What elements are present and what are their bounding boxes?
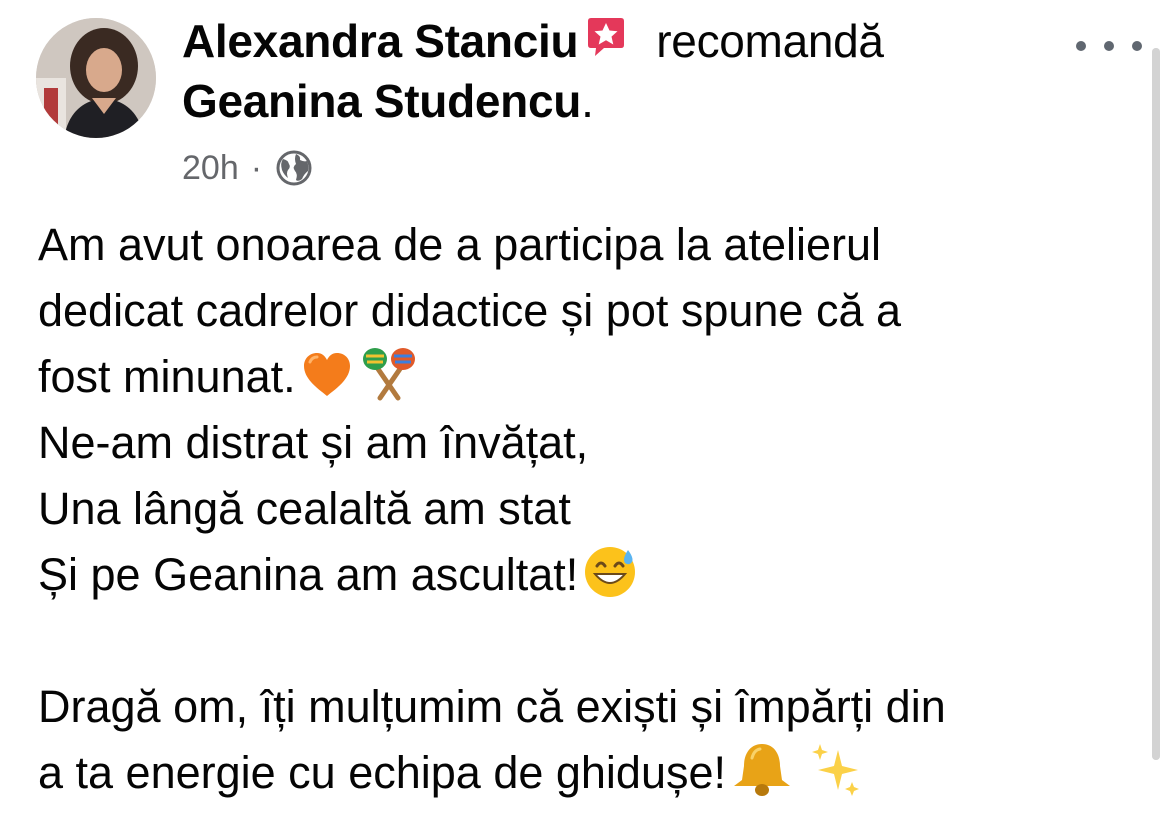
sparkles-emoji (808, 740, 864, 816)
more-dot (1132, 41, 1142, 51)
avatar-photo (36, 18, 156, 138)
post-line: Dragă om, îți mulțumim că exiști și împă… (38, 681, 946, 732)
author-name[interactable]: Alexandra Stanciu (182, 15, 579, 67)
recommend-verb: recomandă (656, 15, 884, 67)
avatar[interactable] (36, 18, 156, 138)
recommendation-star-icon (584, 14, 628, 72)
maracas-emoji (358, 344, 420, 420)
post-line: Și pe Geanina am ascultat! (38, 542, 1138, 608)
more-dot (1104, 41, 1114, 51)
post-header: Alexandra Stanciu recomandă Geanina Stude… (182, 12, 1062, 130)
post-line: a ta energie cu echipa de ghidușe! (38, 740, 1138, 806)
post-text: Am avut onoarea de a participa la atelie… (38, 212, 1138, 806)
post: Alexandra Stanciu recomandă Geanina Stude… (0, 0, 1170, 817)
header-period: . (581, 75, 594, 127)
scroll-thumb[interactable] (1152, 48, 1160, 760)
bell-emoji (730, 740, 794, 816)
globe-icon[interactable] (274, 148, 314, 188)
post-line: dedicat cadrelor didactice și pot spune … (38, 285, 902, 336)
post-meta: 20h · (182, 144, 314, 192)
grinning-sweat-emoji (582, 544, 638, 618)
more-dot (1076, 41, 1086, 51)
more-options-button[interactable] (1076, 28, 1142, 64)
post-line: Am avut onoarea de a participa la atelie… (38, 219, 882, 270)
post-line: fost minunat. (38, 344, 1138, 410)
timestamp[interactable]: 20h (182, 149, 239, 188)
recommended-page-link[interactable]: Geanina Studencu (182, 75, 581, 127)
post-line: Ne-am distrat și am învățat, (38, 417, 589, 468)
post-line: Una lângă cealaltă am stat (38, 483, 571, 534)
scrollbar[interactable] (1152, 48, 1160, 760)
meta-separator: · (250, 148, 263, 187)
